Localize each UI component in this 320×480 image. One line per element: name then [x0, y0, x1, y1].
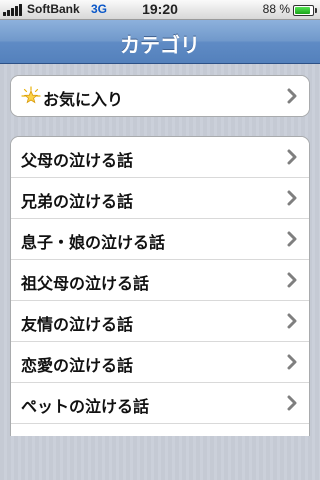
- category-label: 友情の泣ける話: [21, 315, 134, 334]
- chevron-right-icon: [287, 88, 297, 104]
- chevron-right-icon: [287, 354, 297, 370]
- category-row[interactable]: 祖父母の泣ける話: [11, 260, 309, 301]
- battery-level: [295, 7, 310, 14]
- category-row[interactable]: 父母の泣ける話: [11, 137, 309, 178]
- battery-icon: [293, 5, 317, 16]
- favorites-label: お気に入り: [43, 90, 124, 109]
- category-row[interactable]: 恋愛の泣ける話: [11, 342, 309, 383]
- category-label: ペットの泣ける話: [21, 397, 150, 416]
- chevron-right-icon: [287, 395, 297, 411]
- category-row[interactable]: 兄弟の泣ける話: [11, 178, 309, 219]
- star-icon: [21, 86, 41, 104]
- category-row[interactable]: 息子・娘の泣ける話: [11, 219, 309, 260]
- chevron-right-icon: [287, 190, 297, 206]
- category-row[interactable]: ペットの泣ける話: [11, 383, 309, 424]
- status-bar: SoftBank 3G 19:20 88 %: [0, 0, 320, 20]
- category-list: 父母の泣ける話 兄弟の泣ける話 息子・娘の泣ける話 祖父母の泣ける話 友情の泣け…: [10, 136, 310, 436]
- category-label: 息子・娘の泣ける話: [21, 233, 166, 252]
- favorites-group: お気に入り: [10, 75, 310, 117]
- page-title: カテゴリ: [120, 33, 200, 57]
- category-label: 兄弟の泣ける話: [21, 192, 134, 211]
- chevron-right-icon: [287, 313, 297, 329]
- navigation-bar: カテゴリ: [0, 20, 320, 64]
- battery-percentage: 88 %: [262, 2, 290, 16]
- category-label: 祖父母の泣ける話: [21, 274, 150, 293]
- chevron-right-icon: [287, 231, 297, 247]
- chevron-right-icon: [287, 272, 297, 288]
- category-label: 父母の泣ける話: [21, 151, 134, 170]
- chevron-right-icon: [287, 149, 297, 165]
- favorites-row[interactable]: お気に入り: [11, 76, 309, 116]
- category-row-partial[interactable]: [11, 424, 309, 436]
- category-row[interactable]: 友情の泣ける話: [11, 301, 309, 342]
- category-label: 恋愛の泣ける話: [21, 356, 134, 375]
